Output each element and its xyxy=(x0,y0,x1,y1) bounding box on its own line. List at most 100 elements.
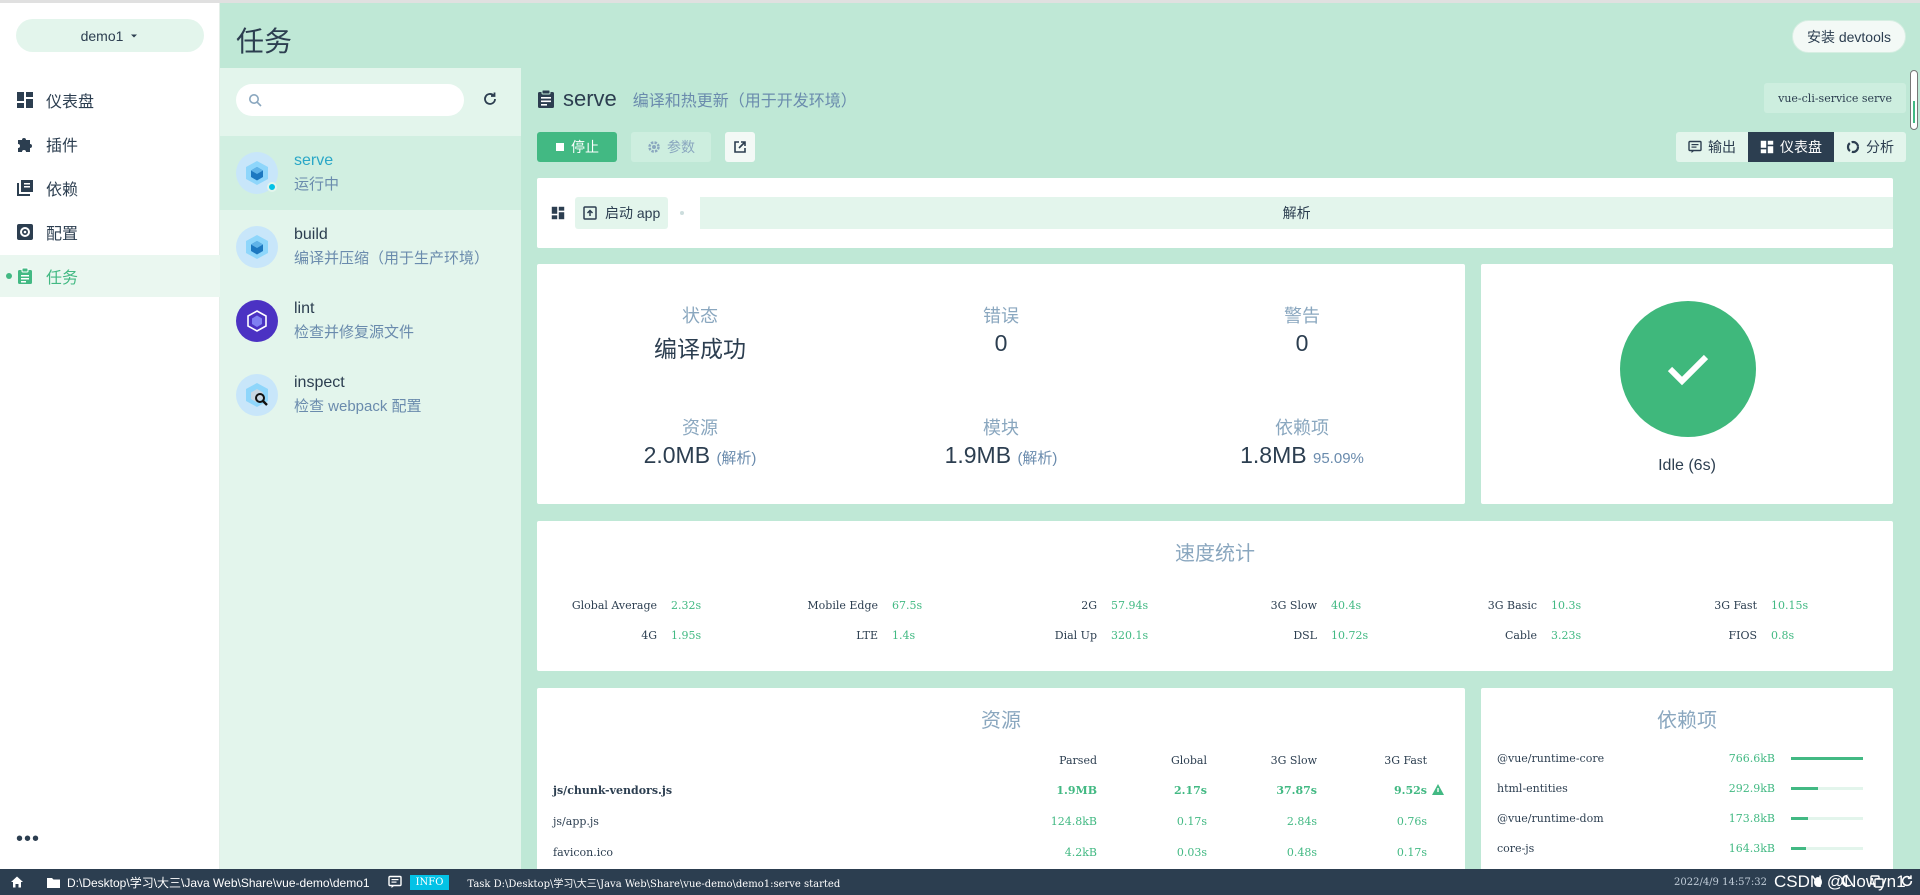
task-detail-title: serve 编译和热更新（用于开发环境） xyxy=(537,86,857,112)
dependency-size-fill xyxy=(1791,847,1806,850)
speed-stat-item: 2G 57.94s xyxy=(997,599,1148,612)
nav-label: 插件 xyxy=(46,138,79,155)
assets-title: 资源 xyxy=(981,710,1021,732)
nav-label: 任务 xyxy=(46,270,79,287)
task-item-build[interactable]: build 编译并压缩（用于生产环境） xyxy=(220,210,521,284)
build-stats-card: 状态 编译成功 错误 0 警告 0 资源 2.0MB (解析) 模块 1.9MB… xyxy=(537,264,1465,504)
nav-item-config[interactable]: 配置 xyxy=(0,211,220,253)
task-detail-description: 编译和热更新（用于开发环境） xyxy=(632,93,857,110)
speed-stat-network: Global Average xyxy=(571,599,657,612)
nav-label: 依赖 xyxy=(46,182,79,199)
open-in-new-button[interactable] xyxy=(725,132,755,162)
dependency-size-fill xyxy=(1791,787,1818,790)
open-in-new-icon xyxy=(733,140,747,154)
task-description: 编译并压缩（用于生产环境） xyxy=(294,250,490,267)
translate-icon[interactable] xyxy=(1870,874,1884,888)
speed-stat-network: Cable xyxy=(1504,629,1537,642)
table-row: js/chunk-vendors.js 1.9MB 2.17s 37.87s 9.52s xyxy=(537,776,1465,806)
search-icon xyxy=(248,93,262,107)
start-app-button[interactable]: 启动 app xyxy=(575,197,669,229)
nav-item-plugins[interactable]: 插件 xyxy=(0,123,220,165)
parameters-button[interactable]: 参数 xyxy=(631,132,711,162)
assignment-icon xyxy=(537,89,555,109)
tab-dashboard[interactable]: 仪表盘 xyxy=(1748,132,1834,162)
dependencies-title: 依赖项 xyxy=(1657,710,1717,732)
stat-value: 2.0MB (解析) xyxy=(643,442,757,468)
task-search-input[interactable] xyxy=(270,92,450,108)
status-bar: D:\Desktop\学习\大三\Java Web\Share\vue-demo… xyxy=(0,869,1920,895)
task-description: 运行中 xyxy=(294,176,340,193)
task-item-lint[interactable]: lint 检查并修复源文件 xyxy=(220,284,521,358)
speed-stat-time: 3.23s xyxy=(1551,629,1582,642)
table-row: favicon.ico 4.2kB 0.03s 0.48s 0.17s xyxy=(537,838,1465,868)
dependency-row: html-entities 292.9kB xyxy=(1497,778,1877,802)
webpack-icon xyxy=(236,152,278,194)
tab-output[interactable]: 输出 xyxy=(1676,132,1748,162)
webpack-icon xyxy=(236,226,278,268)
project-path[interactable]: D:\Desktop\学习\大三\Java Web\Share\vue-demo… xyxy=(46,874,370,891)
speed-stat-time: 10.3s xyxy=(1551,599,1582,612)
task-description: 检查并修复源文件 xyxy=(294,324,415,341)
stat-warnings: 警告 0 xyxy=(1152,302,1452,357)
asset-cell: 1.9MB xyxy=(1056,784,1097,797)
puzzle-icon xyxy=(16,135,46,153)
task-command: vue-cli-service serve xyxy=(1764,83,1906,113)
asset-filename: favicon.ico xyxy=(553,846,614,859)
bug-icon[interactable] xyxy=(1812,874,1824,888)
project-selector[interactable]: demo1 xyxy=(16,19,204,52)
settings-applications-icon xyxy=(16,223,46,241)
nav-item-dependencies[interactable]: 依赖 xyxy=(0,167,220,209)
speed-stat-network: Mobile Edge xyxy=(807,599,878,612)
speed-stat-network: 2G xyxy=(1081,599,1097,612)
last-log[interactable]: INFO Task D:\Desktop\学习\大三\Java Web\Shar… xyxy=(387,874,840,890)
main-area: 任务 安装 devtools serve 运行中 build 编译并压缩（用于生… xyxy=(220,3,1920,869)
speed-stat-item: FIOS 0.8s xyxy=(1657,629,1794,642)
stat-modules: 模块 1.9MB (解析) xyxy=(851,414,1151,469)
speed-stat-item: Cable 3.23s xyxy=(1437,629,1581,642)
stat-assets: 资源 2.0MB (解析) xyxy=(550,414,850,469)
asset-cell: 0.03s xyxy=(1176,846,1207,859)
refresh-icon[interactable] xyxy=(1900,874,1914,888)
asset-filename: js/chunk-vendors.js xyxy=(553,784,673,797)
speed-stat-item: 3G Basic 10.3s xyxy=(1437,599,1581,612)
more-menu-icon[interactable]: ••• xyxy=(16,828,40,851)
message-icon xyxy=(1688,140,1702,154)
dependency-size-bar xyxy=(1791,847,1863,850)
refresh-icon[interactable] xyxy=(482,91,498,107)
stop-task-button[interactable]: 停止 xyxy=(537,132,617,162)
nav-item-tasks[interactable]: 任务 xyxy=(0,255,220,297)
view-tabs: 输出 仪表盘 分析 xyxy=(1676,132,1906,162)
asset-cell: 4.2kB xyxy=(1064,846,1097,859)
log-timestamp: 2022/4/9 14:57:32 xyxy=(1674,877,1768,888)
speed-stat-item: 3G Fast 10.15s xyxy=(1657,599,1808,612)
dark-mode-icon[interactable] xyxy=(1840,874,1854,888)
scrollbar-thumb[interactable] xyxy=(1910,70,1918,130)
task-search-box[interactable] xyxy=(236,84,464,116)
asset-cell: 124.8kB xyxy=(1050,815,1097,828)
task-item-serve[interactable]: serve 运行中 xyxy=(220,136,521,210)
dashboard-icon xyxy=(16,91,46,109)
install-devtools-button[interactable]: 安装 devtools xyxy=(1791,20,1906,53)
nav-item-dashboard[interactable]: 仪表盘 xyxy=(0,79,220,121)
home-icon[interactable] xyxy=(10,875,24,889)
column-header: Parsed xyxy=(1059,754,1097,767)
message-icon xyxy=(387,875,402,889)
stat-value: 编译成功 xyxy=(654,336,746,362)
tab-label: 分析 xyxy=(1866,139,1894,155)
stat-label: 状态 xyxy=(682,306,718,326)
build-status-label: Idle (6s) xyxy=(1658,457,1716,474)
dependency-size: 292.9kB xyxy=(1728,782,1775,795)
task-item-inspect[interactable]: inspect 检查 webpack 配置 xyxy=(220,358,521,432)
stat-value: 0 xyxy=(1295,330,1309,356)
task-detail-name: serve xyxy=(563,86,617,111)
asset-filename: js/app.js xyxy=(553,815,599,828)
table-row: js/app.js 124.8kB 0.17s 2.84s 0.76s xyxy=(537,807,1465,837)
stat-label: 资源 xyxy=(682,418,718,438)
task-description: 检查 webpack 配置 xyxy=(294,398,422,415)
dependency-name: html-entities xyxy=(1497,782,1568,795)
tab-analyzer[interactable]: 分析 xyxy=(1834,132,1906,162)
task-detail-pane: serve 编译和热更新（用于开发环境） vue-cli-service ser… xyxy=(521,68,1920,869)
widgets-icon[interactable] xyxy=(551,206,565,220)
page-title: 任务 xyxy=(236,26,293,57)
speed-stat-time: 1.95s xyxy=(671,629,702,642)
